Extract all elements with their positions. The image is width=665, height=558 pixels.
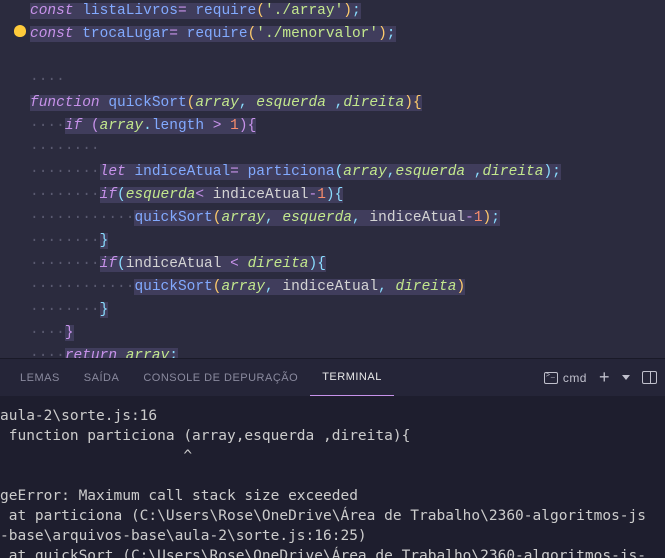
code-line[interactable]: ········} [0,230,665,253]
panel-tab-console-de-depuração[interactable]: CONSOLE DE DEPURAÇÃO [131,359,310,396]
lightbulb-icon[interactable] [14,25,26,37]
code-line[interactable]: const listaLivros= require('./array'); [0,0,665,23]
panel-tabs: LEMASSAÍDACONSOLE DE DEPURAÇÃOTERMINAL c… [0,358,665,396]
code-line[interactable]: ········let indiceAtual= particiona(arra… [0,161,665,184]
code-line[interactable]: ····return array; [0,345,665,358]
terminal-output[interactable]: aula-2\sorte.js:16 function particiona (… [0,396,665,558]
code-line[interactable]: ········if(indiceAtual < direita){ [0,253,665,276]
code-line[interactable]: ········} [0,299,665,322]
panel-tab-lemas[interactable]: LEMAS [8,359,72,396]
shell-name: cmd [563,371,587,385]
code-line[interactable]: ········if(esquerda< indiceAtual-1){ [0,184,665,207]
code-line[interactable]: ····} [0,322,665,345]
new-terminal-button[interactable]: + [599,367,610,388]
code-line[interactable]: ········ [0,138,665,161]
panel-tab-saída[interactable]: SAÍDA [72,359,132,396]
code-line[interactable]: ···· [0,69,665,92]
terminal-toolbar: cmd + [544,367,657,388]
shell-selector[interactable]: cmd [544,371,587,385]
code-line[interactable]: ············quickSort(array, indiceAtual… [0,276,665,299]
code-line[interactable]: const trocaLugar= require('./menorvalor'… [0,23,665,46]
code-line[interactable]: function quickSort(array, esquerda ,dire… [0,92,665,115]
code-line[interactable] [0,46,665,69]
chevron-down-icon[interactable] [622,375,630,380]
split-terminal-icon[interactable] [642,371,657,384]
code-editor[interactable]: const listaLivros= require('./array');co… [0,0,665,358]
code-line[interactable]: ············quickSort(array, esquerda, i… [0,207,665,230]
panel-tab-terminal[interactable]: TERMINAL [310,359,394,396]
terminal-icon [544,372,558,384]
code-line[interactable]: ····if (array.length > 1){ [0,115,665,138]
